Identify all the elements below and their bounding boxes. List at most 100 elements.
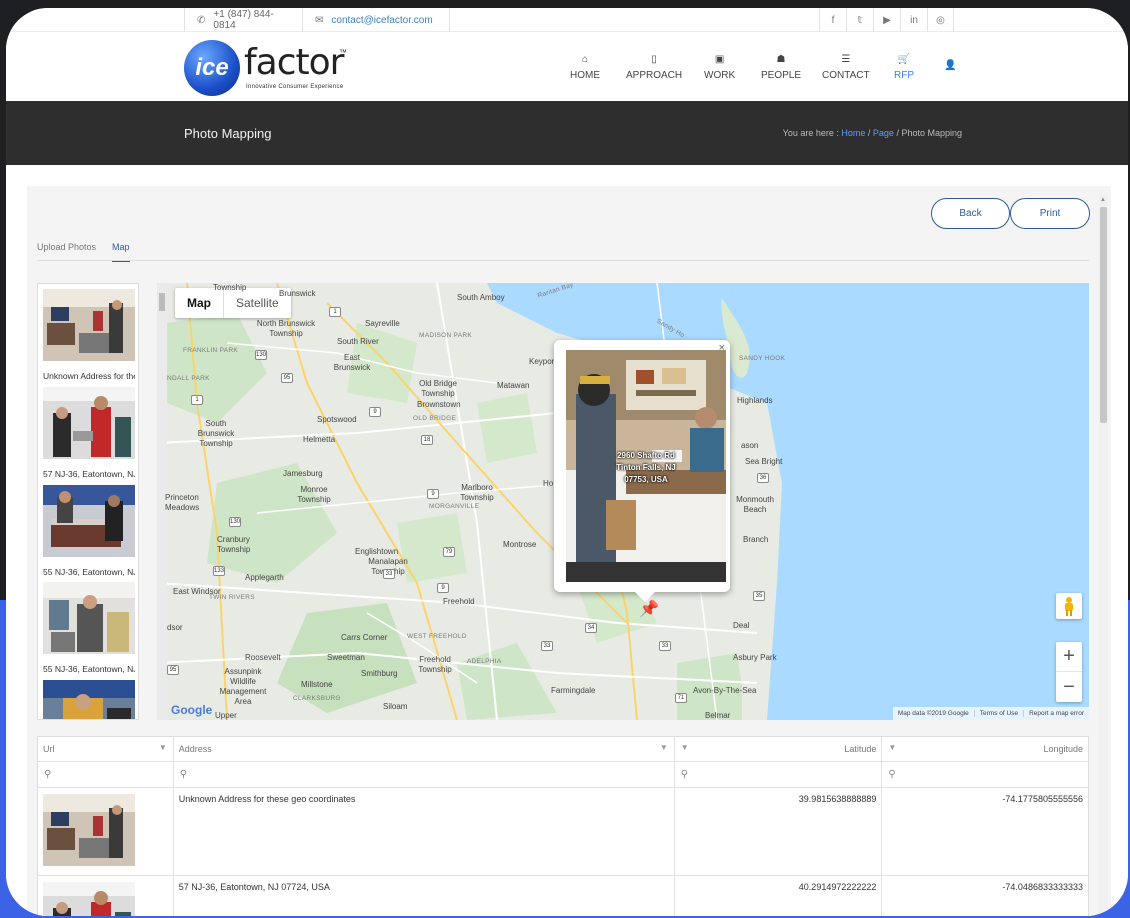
column-header-label: Address (178, 744, 212, 754)
thumbnail-item[interactable] (43, 680, 135, 719)
google-logo: Google (171, 703, 213, 717)
map-label: South River (337, 337, 379, 346)
map-label: South Amboy (457, 293, 505, 302)
facebook-icon[interactable]: f (819, 8, 846, 32)
list-icon: ☰ (841, 54, 851, 65)
latitude-cell: 40.2914972222222 (675, 876, 883, 916)
breadcrumb-home[interactable]: Home (841, 128, 865, 138)
thumbnail-item[interactable]: Unknown Address for these geo coordinate… (43, 289, 135, 381)
map-label: ADELPHIA (467, 658, 502, 665)
map-label: Belmar (705, 711, 731, 720)
map-label: Sweetman (327, 653, 365, 662)
map-label: Branch (743, 535, 769, 544)
map-label: North Brunswick Township (256, 319, 316, 338)
map-label: TWIN RIVERS (209, 594, 255, 601)
map-label: MADISON PARK (419, 332, 472, 339)
nav-home[interactable]: ⌂ HOME (570, 54, 600, 84)
map-type-map-button[interactable]: Map (175, 288, 224, 318)
photo-thumbnail-list[interactable]: Unknown Address for these geo coordinate… (37, 283, 139, 720)
map-label: Spotswood (317, 415, 357, 424)
nav-contact-label: CONTACT (822, 70, 870, 81)
scrollbar-thumb[interactable] (159, 293, 165, 311)
browser-window: ✆ +1 (847) 844-0814 ✉ contact@icefactor.… (6, 8, 1128, 916)
linkedin-icon[interactable]: in (900, 8, 927, 32)
thumbnail-caption: 57 NJ-36, Eatontown, NJ 07724, USA (43, 469, 135, 479)
thumbnail-item[interactable]: 57 NJ-36, Eatontown, NJ 07724, USA (43, 387, 135, 479)
url-search-input[interactable]: ⚲ (38, 762, 174, 787)
thumbnail-item[interactable]: 55 NJ-36, Eatontown, NJ 07724, USA (43, 582, 135, 674)
address-search-input[interactable]: ⚲ (174, 762, 675, 787)
page-title-bar: Photo Mapping You are here : Home / Page… (6, 101, 1128, 165)
back-button[interactable]: Back (931, 198, 1010, 229)
map-label: FRANKLIN PARK (183, 347, 239, 354)
row-photo (43, 794, 135, 866)
logo-factor-text: factor (244, 42, 344, 83)
filter-icon[interactable]: ▼ (660, 743, 668, 752)
people-icon: ☗ (776, 54, 786, 65)
zoom-out-button[interactable]: − (1056, 672, 1082, 702)
map-label: Millstone (301, 680, 333, 689)
map-label: MORGANVILLE (429, 503, 480, 510)
column-header-url[interactable]: Url ▼ (38, 737, 174, 761)
table-row[interactable]: 57 NJ-36, Eatontown, NJ 07724, USA 40.29… (38, 876, 1088, 916)
search-icon: ⚲ (44, 769, 52, 780)
latitude-cell: 39.9815638888889 (675, 788, 883, 875)
nav-approach-label: APPROACH (626, 70, 683, 81)
map-label: Freehold Township (418, 655, 452, 674)
youtube-icon[interactable]: ▶ (873, 8, 900, 32)
map-label: SANDY HOOK (739, 355, 786, 362)
google-map[interactable]: Map Satellite South Amboy North Brunswic… (157, 283, 1089, 720)
filter-icon[interactable]: ▼ (888, 743, 896, 752)
tab-divider (37, 260, 1089, 261)
nav-people-label: PEOPLE (761, 70, 802, 81)
route-shield: 33 (383, 569, 395, 579)
longitude-cell: -74.1775805555556 (1002, 794, 1083, 804)
phone-info: ✆ +1 (847) 844-0814 (184, 8, 302, 32)
column-header-longitude[interactable]: ▼ Longitude (882, 737, 1088, 761)
print-button[interactable]: Print (1010, 198, 1090, 229)
nav-people[interactable]: ☗ PEOPLE (761, 54, 801, 84)
report-map-error-link[interactable]: Report a map error (1023, 710, 1089, 717)
terms-of-use-link[interactable]: Terms of Use (973, 710, 1023, 717)
map-info-window[interactable]: × 2960 Shafto Rd Tinton Falls, NJ 07753,… (554, 340, 730, 602)
latitude-search-input[interactable]: ⚲ (675, 762, 883, 787)
pegman-icon[interactable] (1056, 593, 1082, 619)
thumbnail-photo (43, 582, 135, 654)
breadcrumb-page[interactable]: Page (873, 128, 894, 138)
map-pin-icon[interactable]: 📌 (639, 599, 659, 619)
nav-rfp[interactable]: 🛒 RFP (894, 54, 914, 84)
instagram-icon[interactable]: ◎ (927, 8, 954, 32)
address-cell: 57 NJ-36, Eatontown, NJ 07724, USA (174, 876, 675, 916)
nav-approach[interactable]: ▯ APPROACH (626, 54, 682, 84)
twitter-icon[interactable]: 𝕥 (846, 8, 873, 32)
table-row[interactable]: Unknown Address for these geo coordinate… (38, 788, 1088, 876)
page-scrollbar[interactable]: ▲ (1099, 195, 1108, 915)
zoom-in-button[interactable]: + (1056, 642, 1082, 672)
document-icon: ▯ (651, 54, 657, 65)
url-cell[interactable] (38, 788, 174, 875)
nav-contact[interactable]: ☰ CONTACT (822, 54, 870, 84)
scrollbar-thumb[interactable] (1100, 207, 1107, 423)
longitude-search-input[interactable]: ⚲ (882, 762, 1088, 787)
scroll-up-icon[interactable]: ▲ (1100, 197, 1106, 203)
filter-icon[interactable]: ▼ (159, 743, 167, 752)
url-cell[interactable] (38, 876, 174, 916)
longitude-cell: -74.0486833333333 (1002, 882, 1083, 892)
route-shield: 36 (757, 473, 769, 483)
nav-work[interactable]: ▣ WORK (704, 54, 735, 84)
filter-icon[interactable]: ▼ (681, 743, 689, 752)
logo-ice-ball: ice (184, 40, 240, 96)
column-header-address[interactable]: Address ▼ (174, 737, 675, 761)
column-header-latitude[interactable]: ▼ Latitude (675, 737, 883, 761)
search-icon: ⚲ (888, 769, 896, 780)
route-shield: 35 (753, 591, 765, 601)
email-text: contact@icefactor.com (331, 14, 433, 26)
breadcrumb: You are here : Home / Page / Photo Mappi… (783, 128, 962, 138)
nav-account[interactable]: 👤 (944, 60, 956, 90)
email-link[interactable]: ✉ contact@icefactor.com (302, 8, 450, 32)
tab-map[interactable]: Map (112, 242, 130, 262)
icefactor-logo[interactable]: ice factor ™ Innovative Consumer Experie… (184, 36, 364, 98)
tab-upload-photos[interactable]: Upload Photos (37, 242, 96, 262)
thumbnail-item[interactable]: 55 NJ-36, Eatontown, NJ 07724, USA (43, 485, 135, 577)
map-label: Marlboro Township (460, 483, 494, 502)
